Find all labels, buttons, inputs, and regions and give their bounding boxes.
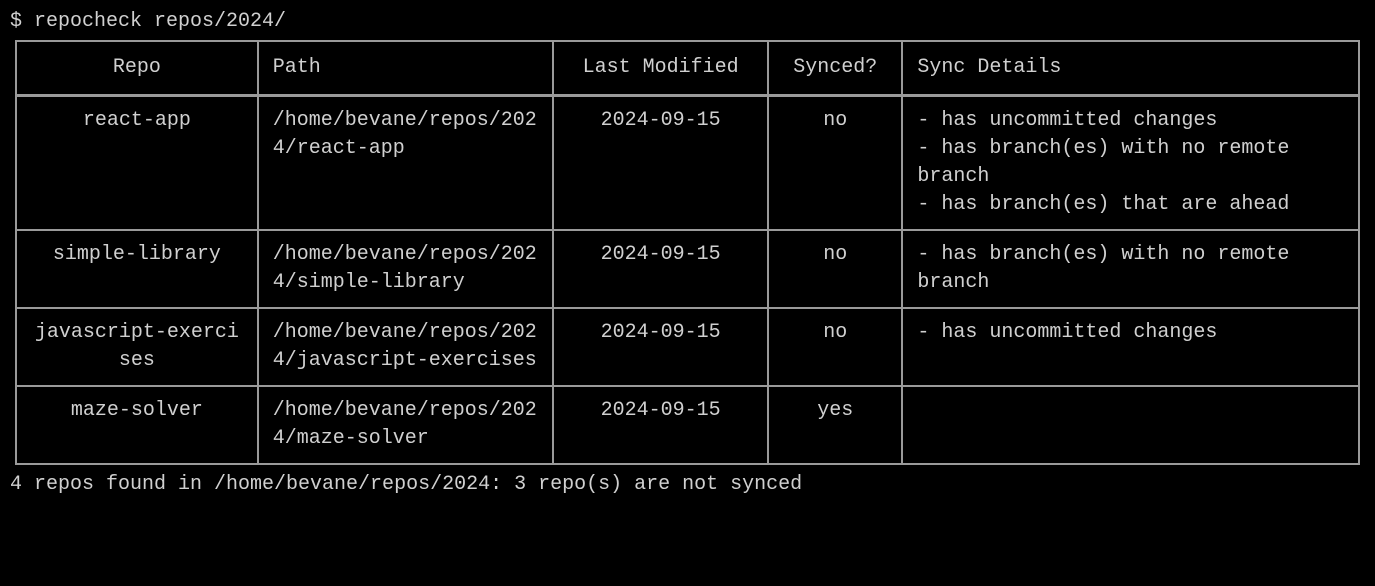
- cell-repo: react-app: [16, 96, 258, 231]
- cell-repo: maze-solver: [16, 386, 258, 464]
- header-modified: Last Modified: [553, 41, 768, 96]
- cell-synced: no: [768, 96, 902, 231]
- cell-path: /home/bevane/repos/2024/simple-library: [258, 230, 553, 308]
- header-details: Sync Details: [902, 41, 1359, 96]
- cell-details: [902, 386, 1359, 464]
- command-line: $ repocheck repos/2024/: [10, 8, 1365, 36]
- table-body: react-app /home/bevane/repos/2024/react-…: [16, 96, 1359, 465]
- summary-line: 4 repos found in /home/bevane/repos/2024…: [10, 471, 1365, 499]
- table-row: javascript-exercises /home/bevane/repos/…: [16, 308, 1359, 386]
- shell-prompt: $: [10, 10, 34, 33]
- repo-table: Repo Path Last Modified Synced? Sync Det…: [15, 40, 1360, 465]
- cell-path: /home/bevane/repos/2024/javascript-exerc…: [258, 308, 553, 386]
- cell-modified: 2024-09-15: [553, 230, 768, 308]
- header-repo: Repo: [16, 41, 258, 96]
- cell-details: - has branch(es) with no remote branch: [902, 230, 1359, 308]
- header-path: Path: [258, 41, 553, 96]
- cell-synced: no: [768, 308, 902, 386]
- table-row: maze-solver /home/bevane/repos/2024/maze…: [16, 386, 1359, 464]
- cell-modified: 2024-09-15: [553, 308, 768, 386]
- cell-repo: simple-library: [16, 230, 258, 308]
- cell-details: - has uncommitted changes - has branch(e…: [902, 96, 1359, 231]
- cell-synced: no: [768, 230, 902, 308]
- cell-repo: javascript-exercises: [16, 308, 258, 386]
- cell-modified: 2024-09-15: [553, 386, 768, 464]
- command-text: repocheck repos/2024/: [34, 10, 286, 33]
- table-row: react-app /home/bevane/repos/2024/react-…: [16, 96, 1359, 231]
- header-synced: Synced?: [768, 41, 902, 96]
- cell-synced: yes: [768, 386, 902, 464]
- cell-modified: 2024-09-15: [553, 96, 768, 231]
- cell-path: /home/bevane/repos/2024/maze-solver: [258, 386, 553, 464]
- cell-details: - has uncommitted changes: [902, 308, 1359, 386]
- table-row: simple-library /home/bevane/repos/2024/s…: [16, 230, 1359, 308]
- cell-path: /home/bevane/repos/2024/react-app: [258, 96, 553, 231]
- table-header-row: Repo Path Last Modified Synced? Sync Det…: [16, 41, 1359, 96]
